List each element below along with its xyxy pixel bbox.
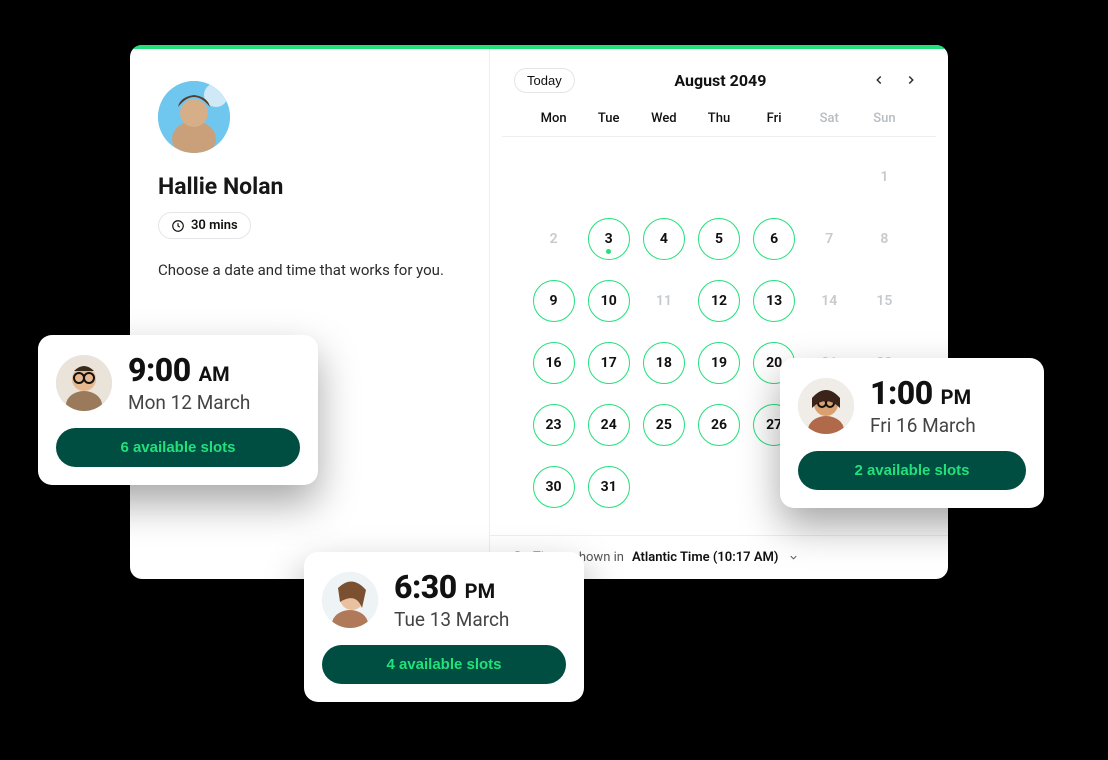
calendar-day-available[interactable]: 5 <box>698 218 740 260</box>
today-indicator-dot <box>606 249 611 254</box>
slot-ampm: PM <box>941 385 971 409</box>
calendar-day-available[interactable]: 23 <box>533 404 575 446</box>
chevron-left-icon <box>872 73 886 87</box>
today-button[interactable]: Today <box>514 68 575 93</box>
month-label: August 2049 <box>587 71 854 90</box>
slot-ampm: PM <box>465 579 495 603</box>
slot-date: Fri 16 March <box>870 414 976 437</box>
calendar-day-disabled: 11 <box>643 280 685 322</box>
instruction-text: Choose a date and time that works for yo… <box>158 261 461 279</box>
chevron-right-icon <box>904 73 918 87</box>
timezone-label: Atlantic Time (10:17 AM) <box>632 550 779 565</box>
calendar-day-available[interactable]: 10 <box>588 280 630 322</box>
dow-label: Fri <box>747 111 802 126</box>
avatar <box>56 355 112 411</box>
calendar-day-available[interactable]: 19 <box>698 342 740 384</box>
calendar-day-available[interactable]: 26 <box>698 404 740 446</box>
calendar-day-available[interactable]: 3 <box>588 218 630 260</box>
dow-label: Wed <box>636 111 691 126</box>
calendar-day-available[interactable]: 25 <box>643 404 685 446</box>
duration-chip: 30 mins <box>158 212 251 239</box>
calendar-day-available[interactable]: 30 <box>533 466 575 508</box>
prev-month-button[interactable] <box>866 67 892 93</box>
slot-time: 6:30 <box>394 568 457 606</box>
calendar-day-available[interactable]: 12 <box>698 280 740 322</box>
avatar <box>322 572 378 628</box>
host-panel: Hallie Nolan 30 mins Choose a date and t… <box>130 45 490 579</box>
dow-label: Tue <box>581 111 636 126</box>
dow-label: Thu <box>691 111 746 126</box>
calendar-day-available[interactable]: 31 <box>588 466 630 508</box>
slot-time: 9:00 <box>128 351 191 389</box>
slot-date: Tue 13 March <box>394 608 509 631</box>
calendar-day-available[interactable]: 4 <box>643 218 685 260</box>
available-slots-button[interactable]: 6 available slots <box>56 428 300 467</box>
chevron-down-icon <box>788 552 799 563</box>
dow-label: Mon <box>526 111 581 126</box>
slot-card: 9:00 AM Mon 12 March 6 available slots <box>38 335 318 485</box>
duration-label: 30 mins <box>191 218 238 233</box>
slot-card: 6:30 PM Tue 13 March 4 available slots <box>304 552 584 702</box>
calendar-day-available[interactable]: 9 <box>533 280 575 322</box>
calendar-day-disabled: 15 <box>863 280 905 322</box>
clock-icon <box>171 219 185 233</box>
calendar-day-available[interactable]: 16 <box>533 342 575 384</box>
host-name: Hallie Nolan <box>158 173 461 200</box>
calendar-day-disabled: 8 <box>863 218 905 260</box>
available-slots-button[interactable]: 4 available slots <box>322 645 566 684</box>
calendar-day-available[interactable]: 18 <box>643 342 685 384</box>
calendar-day-available[interactable]: 24 <box>588 404 630 446</box>
calendar-day-available[interactable]: 6 <box>753 218 795 260</box>
calendar-day-disabled: 1 <box>863 156 905 198</box>
slot-date: Mon 12 March <box>128 391 250 414</box>
calendar-day-disabled: 7 <box>808 218 850 260</box>
calendar-day-disabled: 14 <box>808 280 850 322</box>
host-avatar <box>158 81 230 153</box>
day-of-week-header: MonTueWedThuFriSatSun <box>526 111 912 136</box>
slot-ampm: AM <box>199 362 230 386</box>
calendar-day-available[interactable]: 13 <box>753 280 795 322</box>
dow-label: Sat <box>802 111 857 126</box>
slot-time: 1:00 <box>870 374 933 412</box>
calendar-day-available[interactable]: 17 <box>588 342 630 384</box>
avatar <box>798 378 854 434</box>
available-slots-button[interactable]: 2 available slots <box>798 451 1026 490</box>
dow-label: Sun <box>857 111 912 126</box>
next-month-button[interactable] <box>898 67 924 93</box>
slot-card: 1:00 PM Fri 16 March 2 available slots <box>780 358 1044 508</box>
calendar-day-disabled: 2 <box>533 218 575 260</box>
